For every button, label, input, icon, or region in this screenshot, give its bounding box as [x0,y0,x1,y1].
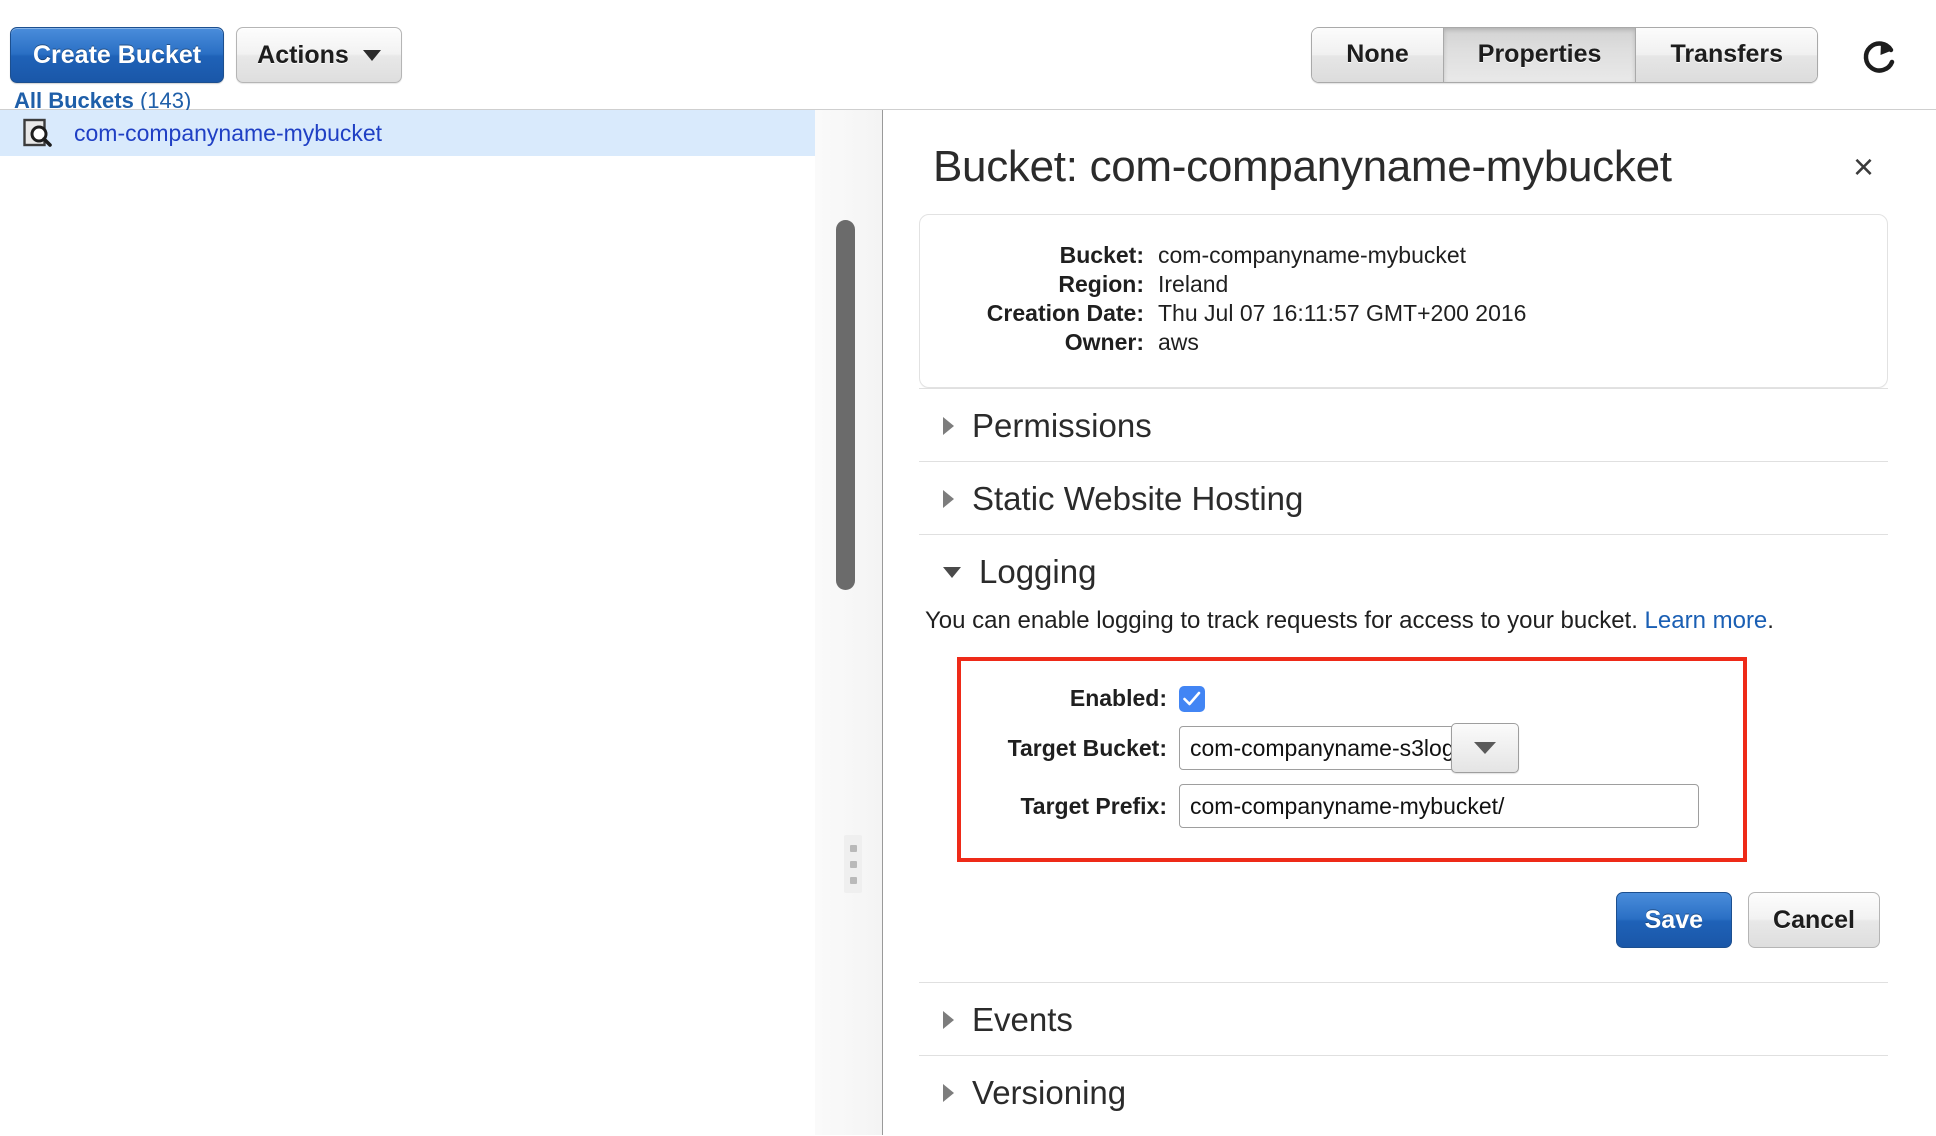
logging-form-actions: Save Cancel [919,892,1880,948]
metadata-row: Owner: aws [920,328,1887,357]
metadata-row: Bucket: com-companyname-mybucket [920,241,1887,270]
splitter-handle[interactable] [844,835,862,893]
logging-settings-highlight: Enabled: Target Bucket: com-companyname-… [957,657,1747,862]
metadata-value: aws [1158,329,1199,355]
chevron-right-icon [943,490,954,508]
target-bucket-label: Target Bucket: [1007,734,1167,761]
actions-button[interactable]: Actions [236,27,402,83]
refresh-icon [1863,41,1895,73]
toolbar-left-group: Create Bucket Actions [10,27,402,83]
grip-dot [849,876,857,884]
view-mode-segmented-control[interactable]: None Properties Transfers [1311,27,1818,83]
section-events[interactable]: Events [919,982,1888,1055]
actions-button-label: Actions [257,41,349,69]
tab-properties[interactable]: Properties [1443,28,1637,82]
check-icon [1183,691,1201,705]
target-prefix-label: Target Prefix: [1020,792,1167,819]
close-icon[interactable]: × [1843,145,1884,189]
target-prefix-input[interactable] [1179,784,1699,828]
section-static-website-hosting-header[interactable]: Static Website Hosting [919,480,1888,518]
grip-dot [849,860,857,868]
target-bucket-dropdown-button[interactable] [1451,723,1519,773]
logging-description-text: You can enable logging to track requests… [925,607,1645,634]
tab-none[interactable]: None [1312,28,1444,82]
cancel-button[interactable]: Cancel [1748,892,1880,948]
metadata-row: Region: Ireland [920,270,1887,299]
metadata-value: Thu Jul 07 16:11:57 GMT+200 2016 [1158,300,1527,326]
section-logging: Logging You can enable logging to track … [919,534,1888,982]
create-bucket-button[interactable]: Create Bucket [10,27,225,83]
section-static-website-hosting-label: Static Website Hosting [972,480,1304,517]
section-events-header[interactable]: Events [919,1001,1888,1039]
metadata-key: Creation Date: [986,300,1144,326]
panel-header: Bucket: com-companyname-mybucket × [919,142,1888,192]
enabled-label: Enabled: [1069,685,1167,711]
page-title: Bucket: com-companyname-mybucket [933,142,1672,191]
metadata-row: Creation Date: Thu Jul 07 16:11:57 GMT+2… [920,299,1887,328]
scrollbar-thumb[interactable] [836,220,855,590]
logging-description-period: . [1767,607,1774,634]
target-bucket-combobox[interactable] [1179,723,1519,773]
chevron-right-icon [943,417,954,435]
section-versioning-label: Versioning [972,1074,1127,1111]
section-logging-header[interactable]: Logging [919,553,1888,591]
properties-panel: Bucket: com-companyname-mybucket × Bucke… [883,110,1936,1135]
chevron-down-icon [943,566,961,578]
grip-dot [849,844,857,852]
chevron-down-icon [1474,742,1496,754]
tab-transfers[interactable]: Transfers [1636,28,1817,82]
chevron-down-icon [362,49,381,61]
refresh-button[interactable] [1850,30,1906,86]
bucket-list-item-label: com-companyname-mybucket [74,119,383,146]
section-permissions[interactable]: Permissions [919,388,1888,461]
metadata-key: Owner: [1064,329,1144,355]
metadata-key: Region: [1058,271,1144,297]
save-button[interactable]: Save [1615,892,1733,948]
logging-description: You can enable logging to track requests… [919,607,1888,635]
bucket-list-pane: com-companyname-mybucket [0,110,815,1135]
bucket-metadata-card: Bucket: com-companyname-mybucket Region:… [919,214,1888,388]
top-toolbar: Create Bucket Actions All Buckets (143) … [0,0,1936,113]
chevron-right-icon [943,1084,954,1102]
metadata-value: com-companyname-mybucket [1158,242,1467,268]
metadata-key: Bucket: [1059,242,1144,268]
main-split: com-companyname-mybucket Bucket: com-com… [0,110,1936,1135]
metadata-value: Ireland [1158,271,1229,297]
vertical-scrollbar[interactable] [815,110,883,1135]
section-static-website-hosting[interactable]: Static Website Hosting [919,461,1888,534]
list-item[interactable]: com-companyname-mybucket [0,110,815,156]
section-versioning-header[interactable]: Versioning [919,1074,1888,1112]
enabled-checkbox[interactable] [1179,685,1205,712]
section-permissions-label: Permissions [972,407,1152,444]
enabled-field-row: Enabled: [961,685,1743,712]
section-versioning[interactable]: Versioning [919,1055,1888,1128]
learn-more-link[interactable]: Learn more [1645,607,1768,634]
target-bucket-field-row: Target Bucket: [961,723,1743,773]
bucket-search-icon [23,118,52,147]
section-events-label: Events [972,1001,1073,1038]
target-prefix-field-row: Target Prefix: [961,784,1743,828]
logging-body: You can enable logging to track requests… [919,591,1888,948]
section-permissions-header[interactable]: Permissions [919,407,1888,445]
target-bucket-input[interactable] [1179,726,1479,770]
section-logging-label: Logging [979,553,1097,590]
chevron-right-icon [943,1011,954,1029]
